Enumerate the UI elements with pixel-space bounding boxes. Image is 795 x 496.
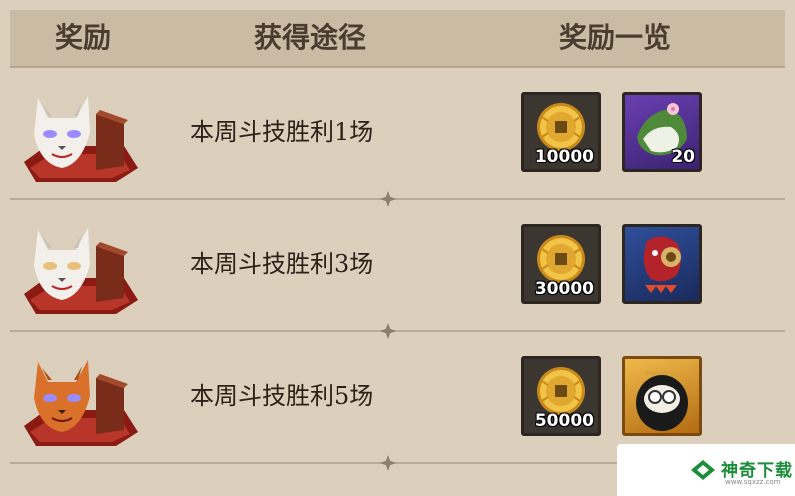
item-count: 20	[671, 147, 695, 167]
white-cat-mask-chest-icon[interactable]	[16, 216, 140, 320]
item-reward-slot[interactable]: 20	[622, 92, 702, 172]
watermark-badge: 神奇下载 www.sqxzz.com	[617, 444, 795, 496]
route-text: 本周斗技胜利3场	[190, 250, 374, 278]
divider-ornament-icon	[378, 454, 398, 472]
route-text: 本周斗技胜利1场	[190, 118, 374, 146]
table-row: 本周斗技胜利1场 10000 20	[10, 70, 785, 207]
header-reward-list: 奖励一览	[558, 21, 671, 54]
watermark-logo-icon	[691, 460, 715, 480]
coin-count: 50000	[534, 411, 594, 431]
header-route: 获得途径	[253, 21, 366, 54]
coin-reward-slot[interactable]: 30000	[521, 224, 601, 304]
orange-cat-mask-chest-icon[interactable]	[16, 348, 140, 452]
header-reward: 奖励	[54, 21, 111, 54]
table-row: 本周斗技胜利3场 30000	[10, 202, 785, 339]
white-cat-mask-chest-icon[interactable]	[16, 84, 140, 188]
coin-reward-slot[interactable]: 10000	[521, 92, 601, 172]
route-text: 本周斗技胜利5场	[190, 382, 374, 410]
watermark-url: www.sqxzz.com	[725, 478, 781, 486]
red-shikigami-icon	[643, 236, 681, 293]
item-reward-slot[interactable]	[622, 224, 702, 304]
daruma-icon	[636, 371, 688, 431]
coin-reward-slot[interactable]: 50000	[521, 356, 601, 436]
coin-count: 10000	[534, 147, 594, 167]
table-header: 奖励 获得途径 奖励一览	[10, 10, 785, 68]
coin-count: 30000	[534, 279, 594, 299]
item-reward-slot[interactable]	[622, 356, 702, 436]
